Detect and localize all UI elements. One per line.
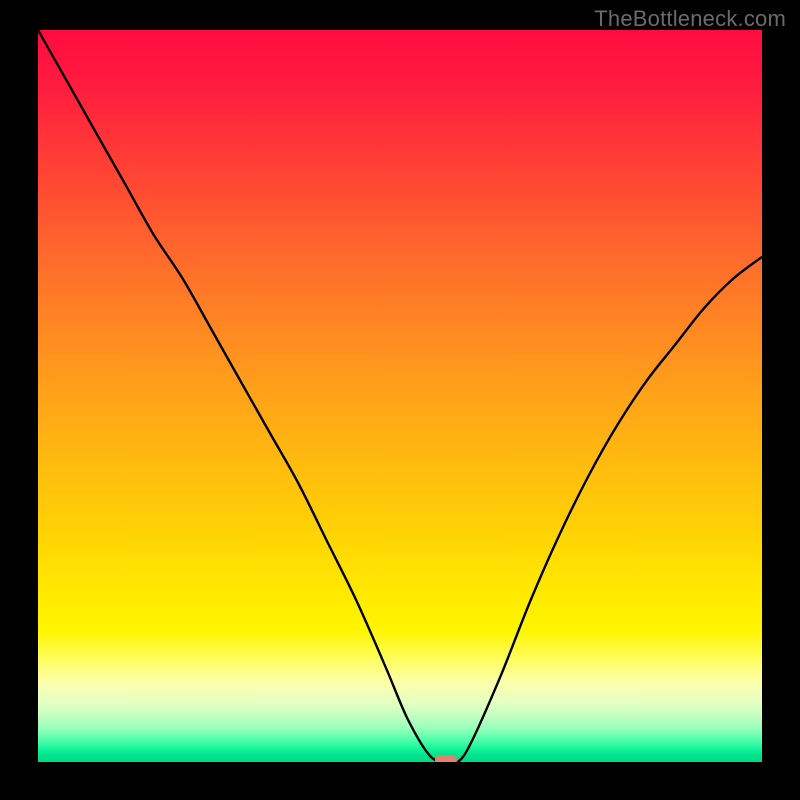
watermark-text: TheBottleneck.com	[594, 6, 786, 32]
plot-area	[38, 30, 762, 762]
chart-frame: TheBottleneck.com	[0, 0, 800, 800]
minimum-marker	[435, 755, 457, 762]
curve-path	[38, 30, 762, 762]
bottleneck-curve	[38, 30, 762, 762]
